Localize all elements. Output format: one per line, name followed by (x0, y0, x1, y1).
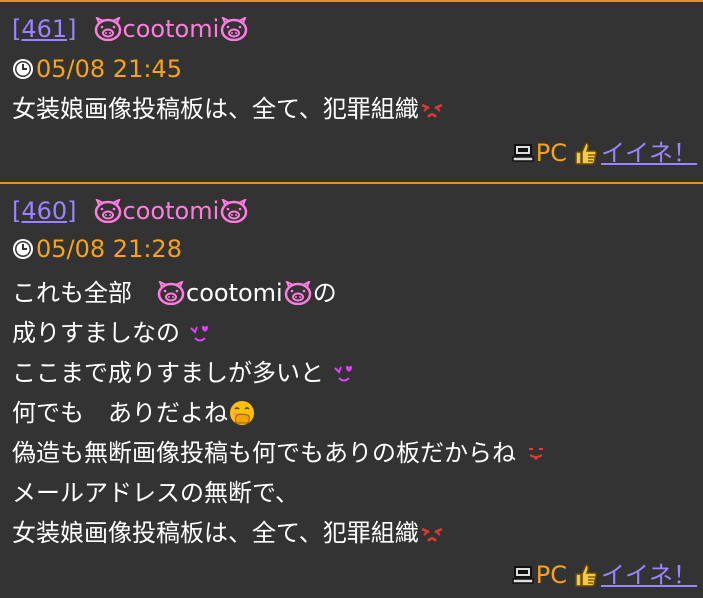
post-body-line: これも全部 cootomi の (12, 278, 337, 308)
clock-icon (13, 239, 33, 259)
author-name: cootomi (122, 197, 220, 225)
post-number-link[interactable]: [460] (12, 196, 77, 226)
like-button[interactable]: イイネ！ (601, 560, 697, 590)
mentioned-name: cootomi (186, 279, 283, 307)
pig-face-icon (94, 199, 121, 223)
angry-icon (421, 527, 443, 542)
post-date: 05/08 21:45 (12, 54, 182, 84)
body-text: これも全部 (12, 279, 156, 307)
body-text: 成りすましなの (12, 319, 180, 347)
author-name: cootomi (122, 15, 220, 43)
post-body-line: 何でも ありだよね (12, 398, 256, 428)
clock-icon (13, 59, 33, 79)
post-datetime: 05/08 21:45 (36, 55, 182, 83)
pc-icon (512, 144, 534, 162)
post-datetime: 05/08 21:28 (36, 235, 182, 263)
body-text: 偽造も無断画像投稿も何でもありの板だからね (12, 439, 516, 467)
body-text: 女装娘画像投稿板は、全て、犯罪組織 (12, 519, 419, 547)
post-number-link[interactable]: [461] (12, 14, 77, 44)
hand-over-mouth-icon (230, 401, 254, 425)
post-header: [460] cootomi (12, 196, 249, 226)
body-text: 何でも ありだよね (12, 399, 228, 427)
post-body-line: 偽造も無断画像投稿も何でもありの板だからね (12, 438, 548, 468)
post-461: [461] cootomi 05/08 21:45 女装娘画像投稿板は、全て、犯… (0, 0, 703, 182)
pig-face-icon (284, 281, 311, 305)
pig-face-icon (157, 281, 185, 305)
body-text: メールアドレスの無断で、 (12, 479, 300, 507)
post-footer: PC イイネ！ (512, 138, 697, 168)
device-label: PC (535, 139, 567, 167)
pc-icon (512, 566, 534, 584)
post-body-line: メールアドレスの無断で、 (12, 478, 299, 508)
body-text: ここまで成りすましが多いと (12, 359, 324, 387)
pig-face-icon (221, 199, 248, 223)
thumbs-up-icon[interactable] (573, 140, 599, 166)
tongue-icon (529, 448, 543, 460)
post-body-line: ここまで成りすましが多いと (12, 358, 356, 388)
pig-face-icon (94, 17, 121, 41)
post-date: 05/08 21:28 (12, 234, 182, 264)
post-body-line: 女装娘画像投稿板は、全て、犯罪組織 (12, 94, 445, 124)
body-text: の (312, 279, 337, 307)
heart-eyes-icon (334, 365, 352, 382)
post-body-line: 成りすましなの (12, 318, 212, 348)
heart-eyes-icon (190, 325, 208, 342)
post-460: [460] cootomi 05/08 21:28 これも全部 cootomi … (0, 182, 703, 598)
device-label: PC (535, 561, 567, 589)
thumbs-up-icon[interactable] (573, 562, 599, 588)
post-body-line: 女装娘画像投稿板は、全て、犯罪組織 (12, 518, 445, 548)
post-footer: PC イイネ！ (512, 560, 697, 590)
pig-face-icon (221, 17, 248, 41)
body-text: 女装娘画像投稿板は、全て、犯罪組織 (12, 95, 419, 123)
angry-icon (421, 103, 443, 118)
like-button[interactable]: イイネ！ (601, 138, 697, 168)
post-header: [461] cootomi (12, 14, 249, 44)
